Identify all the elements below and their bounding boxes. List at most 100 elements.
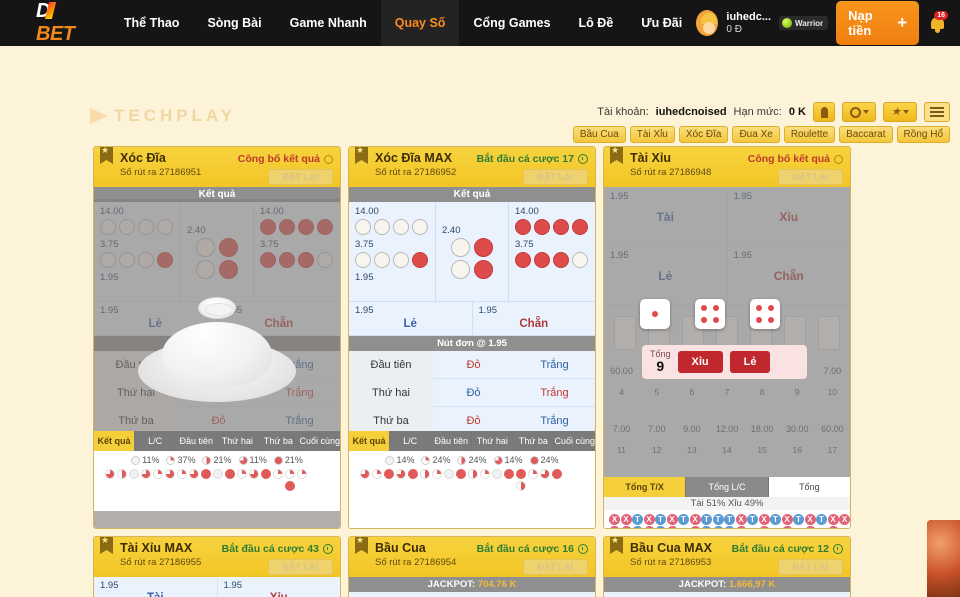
road-marker-tai: T: [724, 514, 735, 525]
card-status-label: Bắt đầu cá cược 16: [476, 543, 574, 555]
reset-bet-button[interactable]: ĐẶT LẠI: [522, 169, 588, 185]
road-summary: Tài 51% Xỉu 49%: [604, 497, 850, 510]
cell-do[interactable]: Đỏ: [433, 415, 514, 427]
road-marker-xiu: X: [643, 526, 655, 528]
nav-item-lo-de[interactable]: Lô Đề: [565, 0, 628, 46]
lamp-button[interactable]: [813, 102, 835, 122]
road-marker-tai: T: [632, 514, 643, 525]
nav-item-song-bai[interactable]: Sòng Bài: [193, 0, 275, 46]
xoc-dia-result-panel: 14.00 3.75 1.95 2.40 14.00 3.75: [349, 202, 595, 302]
game-card-xoc-dia[interactable]: Xóc Đĩa Số rút ra 27186951 Công bố kết q…: [93, 146, 341, 529]
tab-dau-tien[interactable]: Đầu tiên: [431, 431, 472, 451]
chip-xoc-dia[interactable]: Xóc Đĩa: [678, 126, 729, 143]
nav-item-the-thao[interactable]: Thể Thao: [110, 0, 194, 46]
bet-xiu[interactable]: 1.95 Xỉu: [216, 577, 341, 597]
chip-bau-cua[interactable]: Bầu Cua: [572, 126, 626, 143]
menu-button[interactable]: [924, 102, 950, 122]
notification-bell-icon[interactable]: 16: [927, 11, 948, 35]
tab-tong-lc[interactable]: Tổng L/C: [686, 477, 768, 497]
hamburger-icon: [930, 107, 944, 117]
nav-item-uu-dai[interactable]: Ưu Đãi: [627, 0, 696, 46]
chip-tai-xiu[interactable]: Tài Xỉu: [629, 126, 675, 143]
top-navigation-bar: DBET Thể Thao Sòng Bài Game Nhanh Quay S…: [0, 0, 960, 46]
cell-do[interactable]: Đỏ: [433, 359, 514, 371]
card-status: Bắt đầu cá cược 12: [732, 543, 843, 555]
table-row[interactable]: Thứ hai Đỏ Trắng: [349, 378, 595, 407]
card-header: Xóc Đĩa MAX Số rút ra 27186952 Bắt đầu c…: [349, 147, 595, 187]
history-legend: 11% 37% 21% 11% 21%: [99, 455, 335, 465]
tab-dau-tien[interactable]: Đầu tiên: [176, 431, 217, 451]
clock-icon: [578, 154, 588, 164]
notification-count-badge: 16: [934, 11, 948, 20]
tab-thu-ba[interactable]: Thứ ba: [513, 431, 554, 451]
cell-trang[interactable]: Trắng: [514, 415, 595, 427]
tab-thu-hai[interactable]: Thứ hai: [217, 431, 258, 451]
reset-bet-button[interactable]: ĐẶT LẠI: [267, 169, 333, 185]
brand-logo[interactable]: DBET: [36, 0, 88, 46]
nav-items: Thể Thao Sòng Bài Game Nhanh Quay Số Cổn…: [110, 0, 696, 46]
history-bead-road[interactable]: [99, 469, 335, 505]
limit-label: Hạn mức:: [733, 106, 782, 118]
cell-do[interactable]: Đỏ: [433, 387, 514, 399]
tab-tong-tx[interactable]: Tổng T/X: [604, 477, 686, 497]
tab-lc[interactable]: L/C: [135, 431, 176, 451]
game-card-tai-xiu[interactable]: Tài Xỉu Số rút ra 27186948 Công bố kết q…: [603, 146, 851, 529]
game-card-bau-cua-max[interactable]: Bầu Cua MAX Số rút ra 27186953 Bắt đầu c…: [603, 536, 851, 597]
big-road[interactable]: XXXXXXXTTTXXTTXXTXXTTTTTTTTTXXTXXTXXTXXT…: [604, 510, 850, 528]
result-xiu-button[interactable]: Xỉu: [677, 351, 723, 373]
chip-dua-xe[interactable]: Đua Xe: [732, 126, 780, 143]
live-chat-widget[interactable]: [927, 520, 960, 597]
dice-1: [640, 299, 670, 329]
road-marker-xiu: X: [643, 514, 655, 525]
reset-bet-button[interactable]: ĐẶT LẠI: [267, 559, 333, 575]
user-info[interactable]: iuhedc... 0 Đ: [726, 11, 771, 35]
nav-item-game-nhanh[interactable]: Game Nhanh: [276, 0, 381, 46]
avatar[interactable]: [696, 10, 719, 36]
road-marker-xiu: X: [666, 526, 678, 528]
chip-roulette[interactable]: Roulette: [783, 126, 836, 143]
bet-chan[interactable]: 1.95 Chẵn: [471, 302, 596, 335]
jackpot-value: 1.666,97 K: [728, 579, 776, 590]
game-card-tai-xiu-max[interactable]: Tài Xỉu MAX Số rút ra 27186955 Bắt đầu c…: [93, 536, 341, 597]
bead: [504, 469, 514, 479]
result-bar-label: Kết quả: [349, 187, 595, 202]
account-bar: Tài khoản: iuhedcnoised Hạn mức: 0 K ★: [597, 102, 950, 122]
road-marker-tai: T: [655, 526, 666, 528]
result-col-mid[interactable]: 2.40: [435, 202, 509, 301]
game-card-xoc-dia-max[interactable]: Xóc Đĩa MAX Số rút ra 27186952 Bắt đầu c…: [348, 146, 596, 529]
history-bead-road[interactable]: [354, 469, 590, 505]
tab-tong[interactable]: Tổng: [768, 477, 850, 497]
card-status: Công bố kết quả: [748, 153, 843, 165]
reset-bet-button[interactable]: ĐẶT LẠI: [777, 169, 843, 185]
result-le-button[interactable]: Lẻ: [729, 351, 771, 373]
reset-bet-button[interactable]: ĐẶT LẠI: [522, 559, 588, 575]
bead: [285, 481, 295, 491]
road-marker-xiu: X: [689, 526, 701, 528]
reset-bet-button[interactable]: ĐẶT LẠI: [777, 559, 843, 575]
favorite-dropdown-button[interactable]: ★: [883, 102, 917, 122]
tab-lc[interactable]: L/C: [390, 431, 431, 451]
bet-tai[interactable]: 1.95 Tài: [94, 577, 217, 597]
tab-cuoi-cung[interactable]: Cuối cùng: [554, 431, 595, 451]
game-card-bau-cua[interactable]: Bầu Cua Số rút ra 27186954 Bắt đầu cá cư…: [348, 536, 596, 597]
tab-ket-qua[interactable]: Kết quả: [94, 431, 135, 451]
tab-thu-ba[interactable]: Thứ ba: [258, 431, 299, 451]
table-row[interactable]: Đầu tiên Đỏ Trắng: [349, 350, 595, 379]
cell-trang[interactable]: Trắng: [514, 359, 595, 371]
tab-thu-hai[interactable]: Thứ hai: [472, 431, 513, 451]
deposit-button[interactable]: Nạp tiền +: [836, 1, 920, 45]
nav-item-cong-games[interactable]: Cổng Games: [459, 0, 564, 46]
bead: [105, 469, 115, 479]
tab-ket-qua[interactable]: Kết quả: [349, 431, 390, 451]
road-marker-tai: T: [678, 514, 689, 525]
xoc-dia-bowl-animation: [138, 297, 296, 402]
coin-dropdown-button[interactable]: [842, 102, 876, 122]
chip-rong-ho[interactable]: Rồng Hổ: [896, 126, 950, 143]
chip-baccarat[interactable]: Baccarat: [839, 126, 893, 143]
result-col-left[interactable]: 14.00 3.75 1.95: [349, 202, 435, 301]
result-col-right[interactable]: 14.00 3.75: [509, 202, 595, 301]
cell-trang[interactable]: Trắng: [514, 387, 595, 399]
nav-item-quay-so[interactable]: Quay Số: [380, 0, 460, 46]
tab-cuoi-cung[interactable]: Cuối cùng: [299, 431, 340, 451]
bet-le[interactable]: 1.95 Lẻ: [349, 302, 472, 335]
